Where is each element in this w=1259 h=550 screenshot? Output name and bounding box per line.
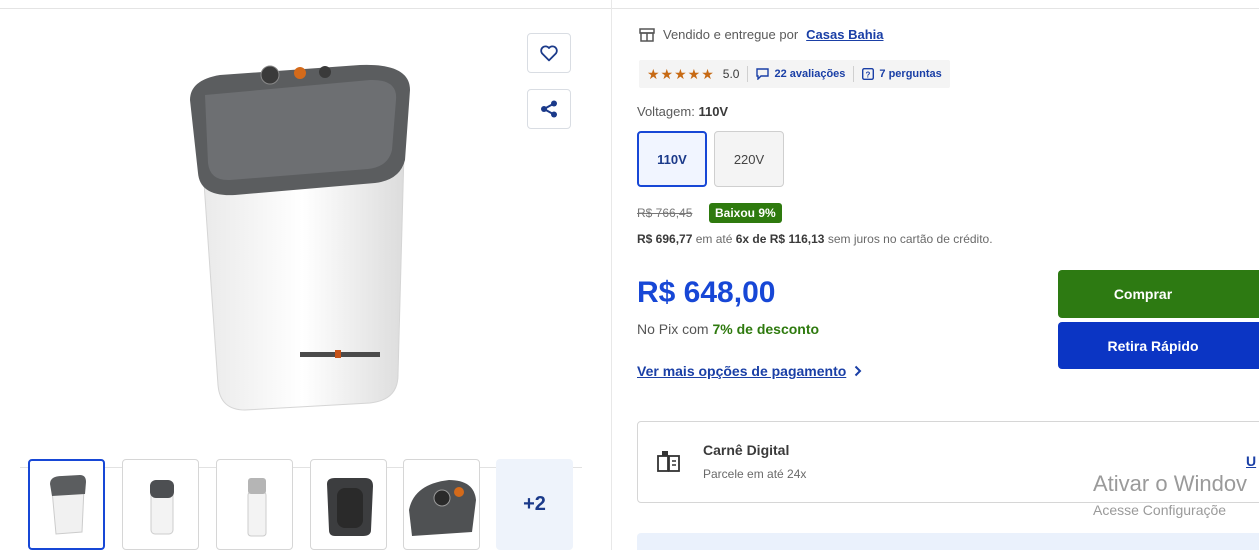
installment-info: R$ 696,77 em até 6x de R$ 116,13 sem jur… (637, 232, 993, 246)
seller-prefix: Vendido e entregue por (663, 27, 799, 42)
installment-price: R$ 696,77 (637, 232, 693, 246)
rating-bar: ★★★★★ 5.0 22 avaliações ? 7 perguntas (639, 60, 950, 88)
voltage-label-text: Voltagem: (637, 104, 695, 119)
carne-subtitle: Parcele em até 24x (703, 467, 807, 481)
more-payment-options-link[interactable]: Ver mais opções de pagamento (637, 363, 862, 379)
voltage-selected-value: 110V (698, 104, 729, 119)
rating-score: 5.0 (722, 67, 740, 81)
rating-stars: ★★★★★ (647, 65, 715, 82)
windows-activation-title: Ativar o Windov (1093, 471, 1248, 496)
buy-button[interactable]: Comprar (1058, 270, 1259, 318)
share-button[interactable] (527, 89, 571, 129)
installment-plan: 6x de R$ 116,13 (735, 232, 825, 246)
installment-tail: sem juros no cartão de crédito. (824, 232, 993, 246)
carne-icon (657, 451, 680, 472)
column-divider (611, 0, 612, 550)
pix-discount-info: No Pix com 7% de desconto (637, 321, 819, 337)
chat-bubble-icon (756, 68, 770, 80)
carne-title: Carnê Digital (703, 442, 790, 458)
favorite-button[interactable] (527, 33, 571, 73)
old-price: R$ 766,45 (637, 206, 693, 220)
product-main-image[interactable] (160, 55, 460, 425)
installment-mid: em até (692, 232, 736, 246)
seller-info: Vendido e entregue por Casas Bahia (639, 27, 884, 42)
questions-count: 7 perguntas (879, 68, 942, 80)
windows-activation-subtitle: Acesse Configuraçõe (1093, 502, 1227, 518)
thumbnail-2[interactable] (122, 459, 199, 550)
info-strip (637, 533, 1259, 550)
top-divider (0, 8, 1259, 9)
thumbnail-3[interactable] (216, 459, 293, 550)
current-price: R$ 648,00 (637, 276, 776, 309)
reviews-link[interactable]: 22 avaliações (756, 68, 845, 80)
share-icon (541, 100, 557, 118)
pix-discount: 7% de desconto (712, 321, 820, 337)
reviews-count: 22 avaliações (774, 68, 846, 80)
discount-badge: Baixou 9% (709, 203, 782, 223)
heart-icon (540, 45, 558, 62)
thumbnail-1[interactable] (28, 459, 105, 550)
rating-separator (747, 66, 749, 82)
voltage-option-110v[interactable]: 110V (637, 131, 707, 187)
thumbnail-4[interactable] (310, 459, 387, 550)
question-icon: ? (862, 68, 875, 80)
voltage-option-220v[interactable]: 220V (714, 131, 784, 187)
pix-prefix: No Pix com (637, 321, 713, 337)
rating-separator-2 (853, 66, 855, 82)
quick-pickup-button[interactable]: Retira Rápido (1058, 322, 1259, 369)
more-images-button[interactable]: +2 (496, 459, 573, 550)
carne-link[interactable]: U (1246, 453, 1256, 469)
chevron-right-icon (855, 365, 862, 377)
store-icon (639, 27, 655, 42)
voltage-label: Voltagem: 110V (637, 104, 728, 119)
more-payment-options-label: Ver mais opções de pagamento (637, 363, 847, 379)
questions-link[interactable]: ? 7 perguntas (862, 68, 942, 80)
svg-text:?: ? (866, 70, 871, 79)
thumbnail-5[interactable] (403, 459, 480, 550)
more-images-count: +2 (523, 493, 546, 515)
seller-link[interactable]: Casas Bahia (806, 27, 883, 42)
